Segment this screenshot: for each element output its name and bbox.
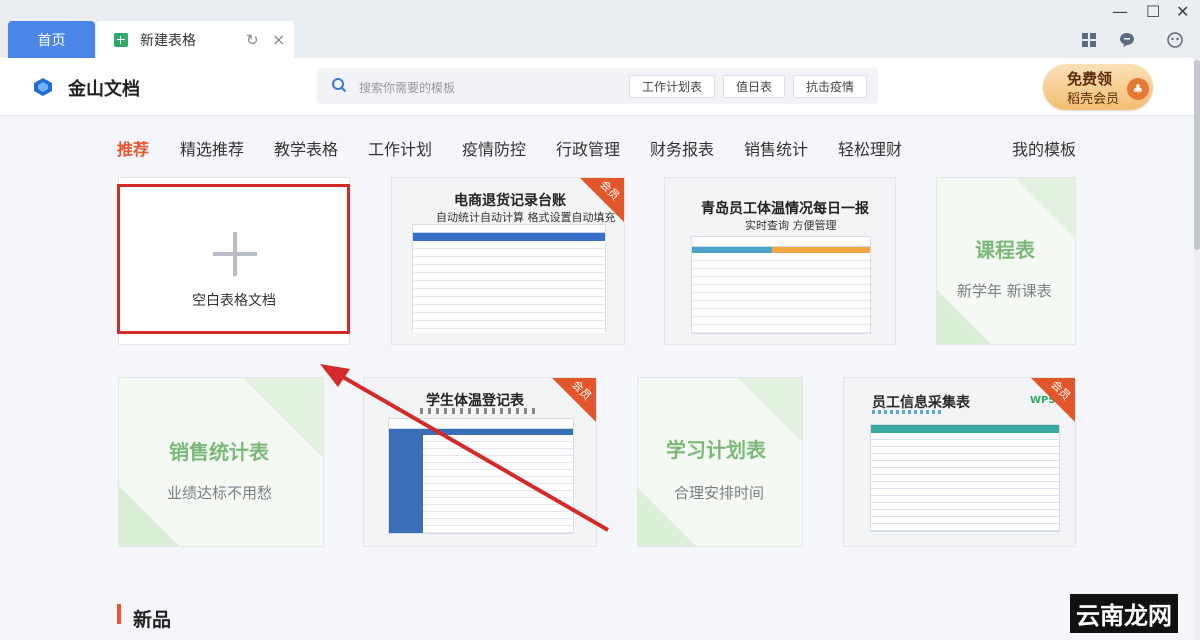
card-subtitle: 合理安排时间 [674,484,765,502]
scrollbar-thumb[interactable] [1194,60,1200,250]
user-avatar-icon[interactable] [1166,32,1184,48]
card-title: 员工信息采集表 [872,395,970,411]
annotation-arrow [320,364,609,532]
template-card-employee-temperature[interactable]: 青岛员工体温情况每日一报 实时查询 方便管理 [664,177,896,345]
maximize-button[interactable]: ☐ [1146,2,1160,21]
brand-name: 金山文档 [68,79,140,100]
tab-new-spreadsheet[interactable]: 新建表格 ↻ × [96,21,294,58]
card-subtitle: 实时查询 方便管理 [745,219,837,232]
tab-home[interactable]: 首页 [8,21,95,58]
promo-line2: 稻壳会员 [1067,92,1120,107]
card-title: 课程表 [975,238,1035,262]
message-icon[interactable] [1119,32,1135,48]
annotation-highlight-box [117,184,350,334]
tab-label: 新建表格 [140,32,196,49]
leaf-icon: ♣ [1127,78,1149,100]
sheet-preview [691,236,871,334]
template-card-ecommerce-returns[interactable]: 电商退货记录台账 自动统计自动计算 格式设置自动填充 会员 [391,177,625,345]
card-title: 学习计划表 [666,438,766,462]
tab-close-icon[interactable]: × [272,30,285,49]
template-search[interactable]: 搜索你需要的模板 工作计划表 值日表 抗击疫情 [317,68,878,104]
app-header: 金山文档 搜索你需要的模板 工作计划表 值日表 抗击疫情 免费领 稻壳会员 ♣ [0,58,1194,116]
card-subtitle: 业绩达标不用愁 [167,484,273,502]
category-teaching[interactable]: 教学表格 [274,136,338,160]
sheet-preview [870,424,1060,532]
section-accent-bar [117,604,121,624]
spreadsheet-icon [114,32,128,47]
sheet-preview [412,224,606,333]
card-title: 电商退货记录台账 [454,193,566,209]
free-membership-button[interactable]: 免费领 稻壳会员 ♣ [1043,64,1153,110]
template-card-sales-stats[interactable]: 销售统计表 业绩达标不用愁 [118,377,324,547]
category-sales[interactable]: 销售统计 [744,136,808,160]
my-templates-link[interactable]: 我的模板 [1012,136,1076,160]
template-card-employee-info[interactable]: 员工信息采集表 WPS 会员 [843,377,1076,547]
card-title: 青岛员工体温情况每日一报 [701,201,869,217]
kingsoft-docs-logo-icon [34,78,52,96]
category-featured[interactable]: 精选推荐 [180,136,244,160]
card-subtitle: 新学年 新课表 [957,282,1052,300]
search-chip-work-plan[interactable]: 工作计划表 [629,75,715,98]
search-input[interactable]: 搜索你需要的模板 [359,79,455,96]
minimize-button[interactable]: — [1112,2,1128,21]
category-admin[interactable]: 行政管理 [556,136,620,160]
reload-icon[interactable]: ↻ [246,31,259,49]
category-recommend[interactable]: 推荐 [117,136,149,160]
category-work-plan[interactable]: 工作计划 [368,136,432,160]
apps-grid-icon[interactable] [1081,32,1097,48]
section-title-new: 新品 [133,609,172,631]
template-card-course-schedule[interactable]: 课程表 新学年 新课表 [936,177,1076,345]
search-icon [332,78,347,93]
category-finance[interactable]: 财务报表 [650,136,714,160]
close-button[interactable]: ✕ [1176,2,1189,21]
tab-bar: 首页 新建表格 ↻ × — ☐ ✕ [0,0,1200,58]
category-epidemic[interactable]: 疫情防控 [462,136,526,160]
template-card-study-plan[interactable]: 学习计划表 合理安排时间 [637,377,803,547]
watermark: 云南龙网 [1070,594,1178,633]
card-title: 销售统计表 [169,440,269,464]
promo-line1: 免费领 [1067,70,1113,88]
category-finance-easy[interactable]: 轻松理财 [838,136,902,160]
search-chip-epidemic[interactable]: 抗击疫情 [793,75,867,98]
search-chip-duty[interactable]: 值日表 [723,75,785,98]
